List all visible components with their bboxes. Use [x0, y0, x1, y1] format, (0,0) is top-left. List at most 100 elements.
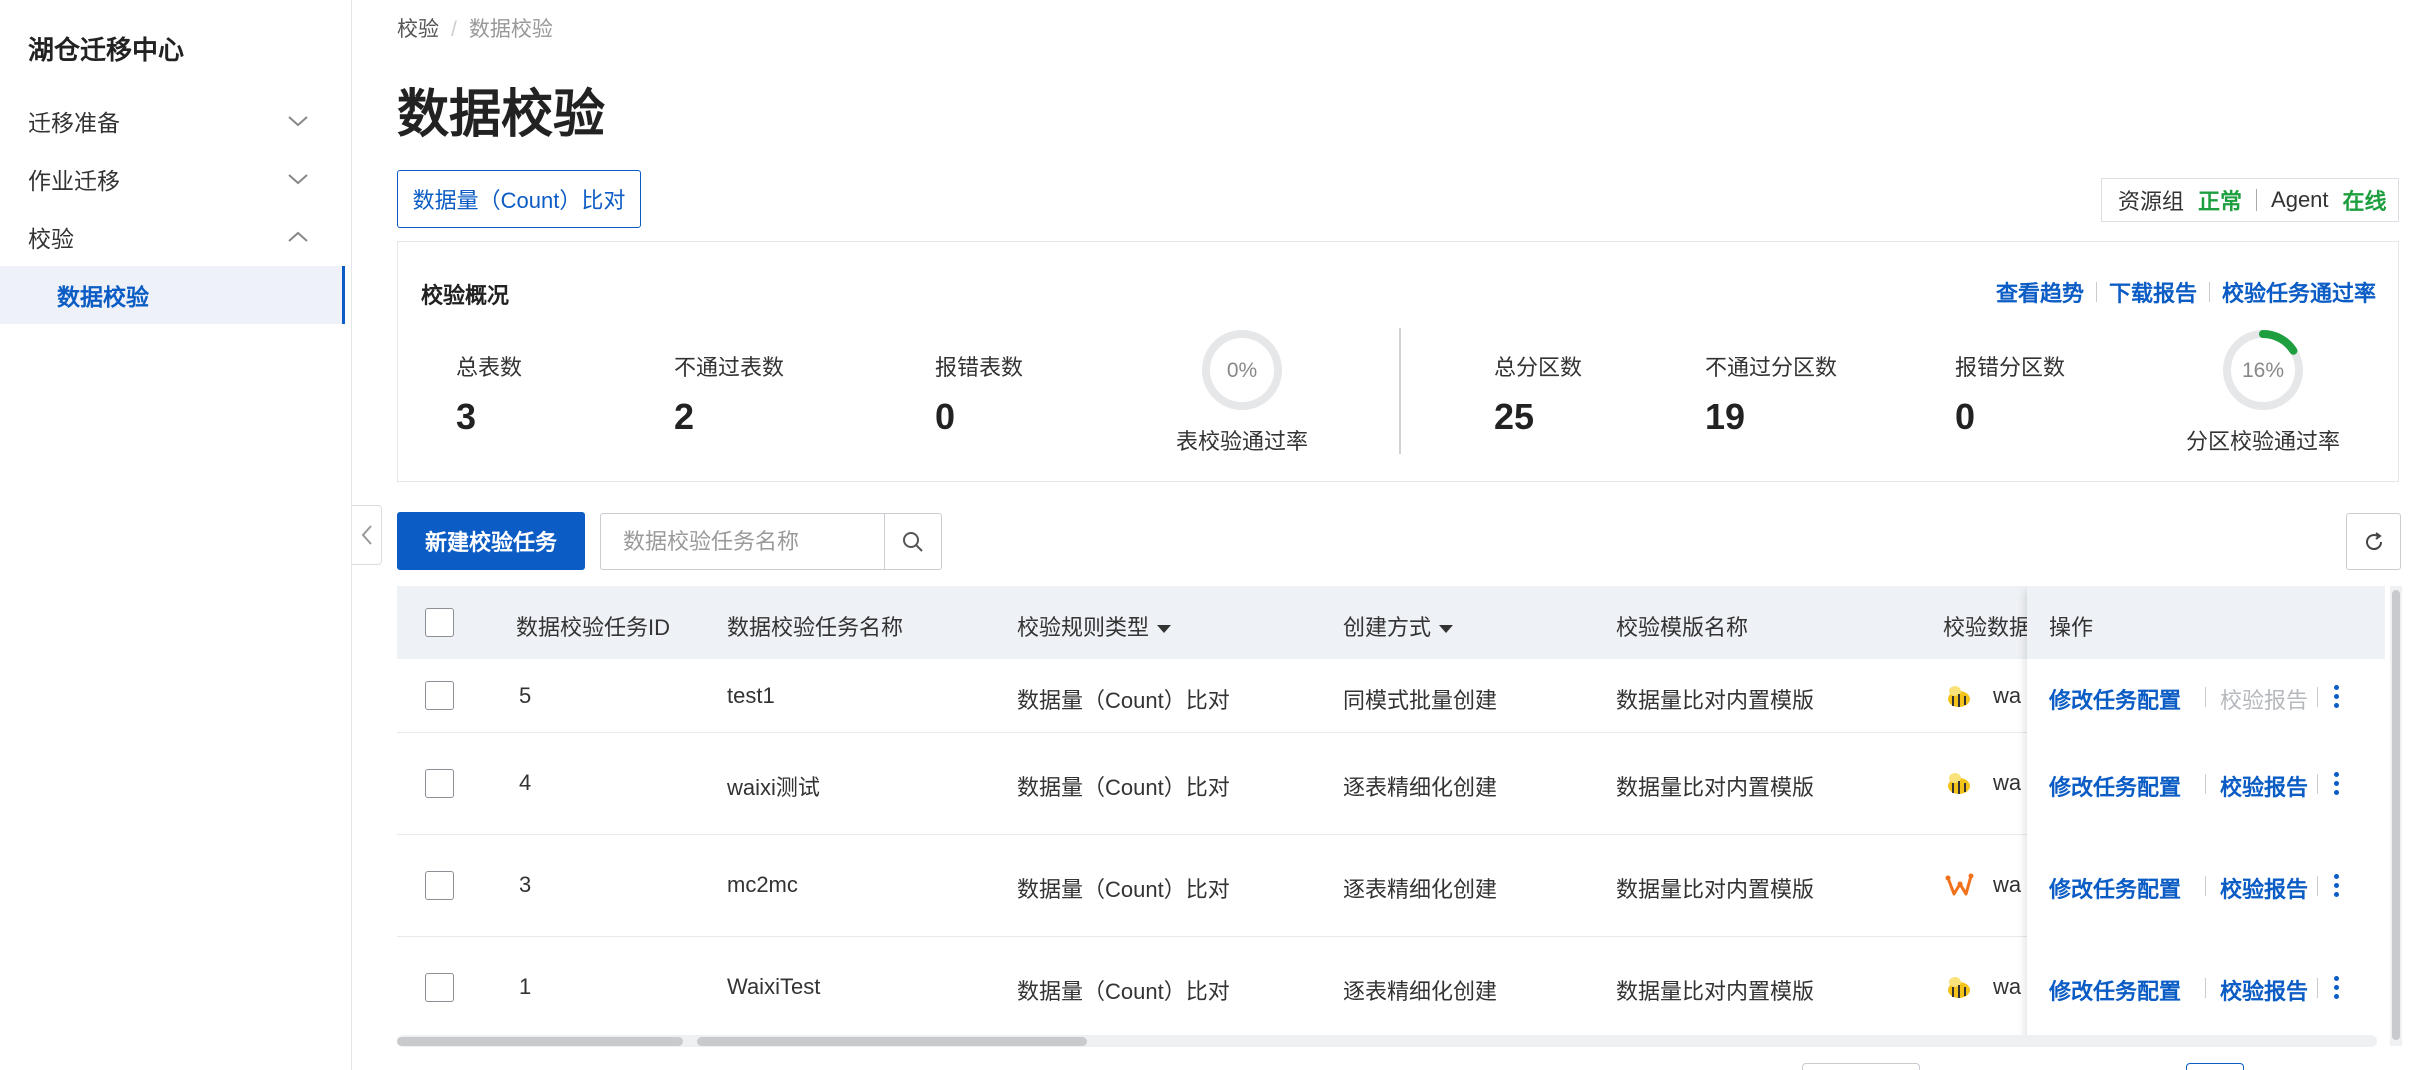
more-actions-icon[interactable]: [2334, 685, 2340, 712]
scrollbar-thumb[interactable]: [397, 1037, 683, 1046]
column-header-rule-type[interactable]: 校验规则类型: [1017, 610, 1172, 642]
cell-create-method: 逐表精细化创建: [1343, 877, 1498, 902]
table-vertical-scrollbar[interactable]: [2390, 586, 2402, 1046]
stat-failed-tables: 不通过表数 2: [674, 350, 784, 438]
chevron-down-icon: [288, 116, 308, 127]
stat-total-tables: 总表数 3: [456, 350, 522, 438]
task-name-search-input[interactable]: [600, 513, 884, 570]
partition-pass-rate-ring: 16% 分区校验通过率: [2186, 327, 2340, 454]
divider: [1399, 328, 1401, 454]
row-checkbox[interactable]: [425, 973, 454, 1002]
validation-report-link[interactable]: 校验报告: [2220, 872, 2308, 904]
sidebar-item-label: 校验: [28, 226, 74, 252]
divider: [2317, 687, 2318, 707]
column-header-id: 数据校验任务ID: [516, 615, 671, 640]
sidebar-item-data-validation[interactable]: 数据校验: [0, 266, 345, 324]
cell-name: test1: [727, 683, 775, 708]
divider: [2317, 876, 2318, 896]
edit-task-config-link[interactable]: 修改任务配置: [2049, 872, 2181, 904]
cell-rule-type: 数据量（Count）比对: [1017, 775, 1230, 800]
hive-bee-icon: [1948, 686, 1970, 707]
stat-label: 不通过表数: [674, 355, 785, 380]
search-button[interactable]: [884, 513, 942, 570]
operations-column: 操作 修改任务配置 校验报告 修改任务配置 校验报告 修改任务配置 校验报告 修…: [2027, 586, 2385, 1046]
row-checkbox[interactable]: [425, 871, 454, 900]
stat-total-partitions: 总分区数 25: [1494, 350, 1582, 438]
edit-task-config-link[interactable]: 修改任务配置: [2049, 683, 2181, 715]
chevron-left-icon: [361, 525, 372, 545]
breadcrumb-current: 数据校验: [468, 18, 553, 41]
cell-source: waixi: [1993, 683, 2021, 708]
cell-id: 3: [519, 872, 532, 897]
cell-create-method: 逐表精细化创建: [1343, 775, 1498, 800]
download-report-link[interactable]: 下载报告: [2109, 276, 2197, 308]
page-title: 数据校验: [397, 86, 606, 144]
refresh-icon: [2365, 531, 2382, 550]
more-actions-icon[interactable]: [2334, 976, 2340, 1003]
status-box: 资源组 正常 Agent 在线: [2101, 178, 2399, 222]
sidebar-item-migration-prep[interactable]: 迁移准备: [0, 92, 351, 150]
task-pass-rate-link[interactable]: 校验任务通过率: [2222, 276, 2376, 308]
row-checkbox[interactable]: [425, 681, 454, 710]
stat-value: 25: [1494, 396, 1535, 437]
new-validation-task-button[interactable]: 新建校验任务: [397, 512, 585, 570]
table-horizontal-scrollbar[interactable]: [397, 1035, 2377, 1047]
stat-label: 总表数: [456, 355, 523, 380]
operations-header: 操作: [2027, 586, 2385, 659]
search-icon: [903, 531, 923, 552]
column-header-source: 校验数据: [1943, 615, 2032, 640]
cell-template: 数据量比对内置模版: [1616, 688, 1815, 713]
chevron-down-icon: [288, 174, 308, 185]
page-size-select[interactable]: [1802, 1063, 1920, 1070]
scrollbar-thumb[interactable]: [697, 1037, 1087, 1046]
scrollbar-thumb[interactable]: [2392, 590, 2400, 1040]
stat-failed-partitions: 不通过分区数 19: [1705, 350, 1837, 438]
cell-name: mc2mc: [727, 872, 798, 897]
cell-source: waixi: [1993, 872, 2021, 897]
chevron-up-icon: [288, 231, 308, 242]
row-checkbox[interactable]: [425, 769, 454, 798]
edit-task-config-link[interactable]: 修改任务配置: [2049, 974, 2181, 1006]
cell-rule-type: 数据量（Count）比对: [1017, 877, 1230, 902]
cell-name: waixi测试: [727, 775, 820, 800]
stat-value: 0: [1955, 396, 1976, 437]
progress-ring-text: 0%: [1227, 359, 1257, 382]
more-actions-icon[interactable]: [2334, 772, 2340, 799]
cell-id: 1: [519, 974, 532, 999]
sidebar-item-job-migration[interactable]: 作业迁移: [0, 150, 351, 208]
sidebar-item-validation[interactable]: 校验: [0, 208, 351, 266]
edit-task-config-link[interactable]: 修改任务配置: [2049, 770, 2181, 802]
ring-caption: 分区校验通过率: [2185, 429, 2340, 454]
progress-ring-text: 16%: [2242, 359, 2284, 382]
stat-value: 19: [1705, 396, 1746, 437]
stat-error-partitions: 报错分区数 0: [1955, 350, 2065, 438]
more-actions-icon[interactable]: [2334, 874, 2340, 901]
tab-count-compare[interactable]: 数据量（Count）比对: [397, 170, 641, 228]
cell-rule-type: 数据量（Count）比对: [1017, 979, 1230, 1004]
select-all-checkbox[interactable]: [425, 608, 454, 637]
sidebar-item-label: 迁移准备: [28, 110, 120, 136]
collapse-sidebar-button[interactable]: [352, 505, 382, 565]
view-trend-link[interactable]: 查看趋势: [1996, 276, 2084, 308]
stat-label: 总分区数: [1494, 355, 1583, 380]
stat-value: 0: [935, 396, 956, 437]
progress-ring: 16%: [2223, 330, 2303, 410]
breadcrumb-parent[interactable]: 校验: [397, 18, 439, 41]
hive-bee-icon: [1948, 977, 1970, 998]
validation-report-link[interactable]: 校验报告: [2220, 683, 2308, 715]
column-header-ops: 操作: [2049, 615, 2094, 640]
current-page-button[interactable]: [2186, 1063, 2244, 1070]
agent-label: Agent: [2271, 187, 2329, 212]
resource-group-label: 资源组: [2118, 189, 2185, 214]
validation-report-link[interactable]: 校验报告: [2220, 770, 2308, 802]
column-header-label: 校验规则类型: [1017, 615, 1150, 640]
column-header-create-method[interactable]: 创建方式: [1343, 610, 1454, 642]
column-header-name: 数据校验任务名称: [727, 615, 904, 640]
divider: [2317, 978, 2318, 998]
resource-group-status: 正常: [2198, 189, 2243, 214]
cell-id: 5: [519, 683, 532, 708]
validation-report-link[interactable]: 校验报告: [2220, 974, 2308, 1006]
refresh-button[interactable]: [2346, 513, 2401, 570]
app-title: 湖仓迁移中心: [28, 35, 185, 65]
breadcrumb-separator: /: [451, 18, 457, 41]
